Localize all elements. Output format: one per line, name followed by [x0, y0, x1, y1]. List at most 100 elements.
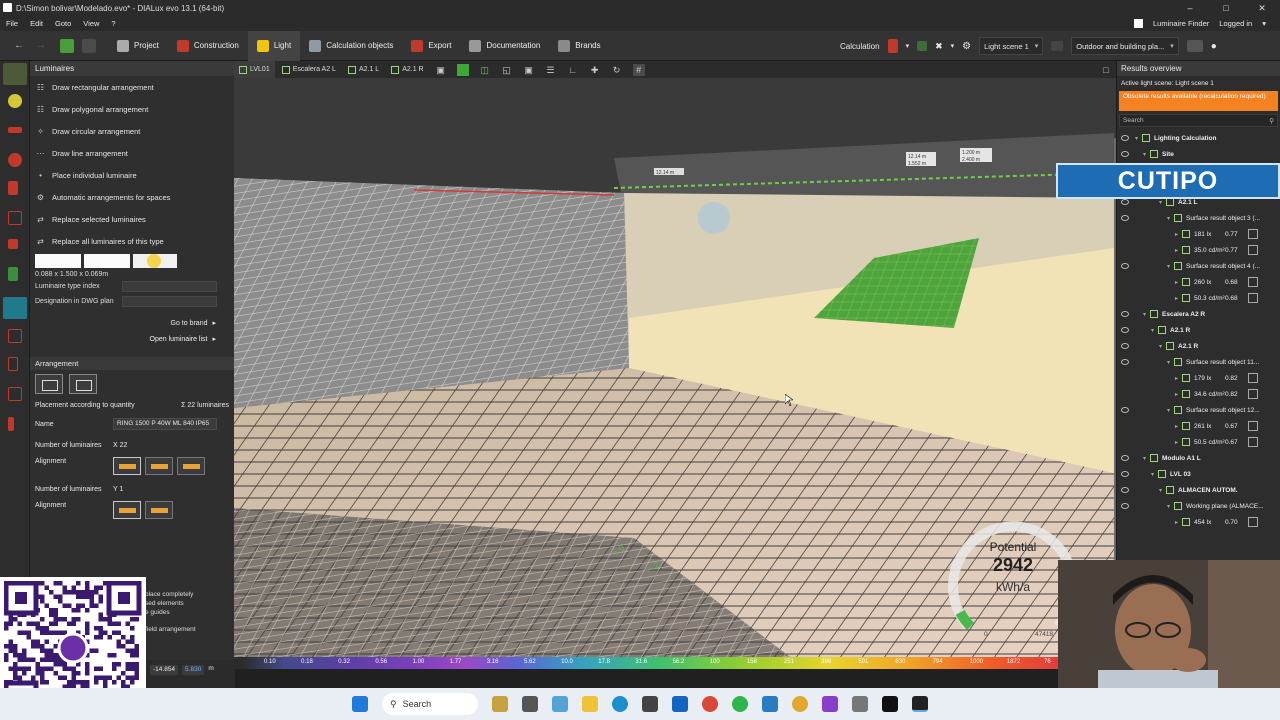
- tab-brands[interactable]: Brands: [549, 31, 609, 61]
- align-y-edge-button[interactable]: [145, 501, 173, 519]
- expand-arrow-icon[interactable]: ▸: [1175, 519, 1182, 526]
- eye-icon[interactable]: [1121, 407, 1129, 413]
- minimize-icon[interactable]: –: [1172, 0, 1208, 16]
- layout-icon[interactable]: [1186, 40, 1203, 52]
- automatic-arrangements[interactable]: ⚙ Automatic arrangements for spaces: [30, 186, 234, 208]
- align-x-edge-button[interactable]: [145, 457, 173, 475]
- field-arrangement-button[interactable]: [35, 374, 63, 394]
- expand-arrow-icon[interactable]: ▾: [1159, 343, 1166, 350]
- chrome-icon[interactable]: [702, 696, 718, 712]
- expand-arrow-icon[interactable]: ▾: [1135, 135, 1142, 142]
- view-tab-a2-1-r[interactable]: A2.1 R: [386, 61, 428, 78]
- tree-row[interactable]: ▸ 35.0 cd/m² 0.77: [1117, 242, 1280, 258]
- settings-icon[interactable]: [852, 696, 868, 712]
- cut-icon[interactable]: [8, 211, 22, 225]
- eye-icon[interactable]: [1121, 135, 1129, 141]
- shading-green-icon[interactable]: [456, 63, 469, 76]
- tree-row[interactable]: ▸ 181 lx 0.77: [1117, 226, 1280, 242]
- calc-status-icon[interactable]: [887, 39, 898, 53]
- tree-row[interactable]: ▾ Surface result object 12...: [1117, 402, 1280, 418]
- expand-arrow-icon[interactable]: ▾: [1143, 151, 1150, 158]
- move-tool-icon[interactable]: [8, 127, 22, 133]
- luminaire-glow[interactable]: [698, 202, 730, 234]
- height-icon[interactable]: [8, 417, 14, 431]
- expand-arrow-icon[interactable]: ▸: [1175, 423, 1182, 430]
- refresh-icon[interactable]: ↻: [611, 64, 623, 76]
- type-index-input[interactable]: [122, 281, 217, 292]
- select-tool-icon[interactable]: [3, 63, 27, 85]
- expand-arrow-icon[interactable]: ▾: [1143, 311, 1150, 318]
- outdoor-building-select[interactable]: Outdoor and building pla... ▾: [1071, 37, 1179, 55]
- replace-selected-luminaires[interactable]: ⇄ Replace selected luminaires: [30, 208, 234, 230]
- eye-icon[interactable]: [1121, 503, 1129, 509]
- luminaire-preview-2[interactable]: [84, 254, 130, 268]
- expand-arrow-icon[interactable]: ▾: [1167, 407, 1174, 414]
- tiktok-icon[interactable]: [882, 696, 898, 712]
- menu-edit[interactable]: Edit: [24, 19, 49, 28]
- light-scene-select[interactable]: Light scene 1 ▾: [979, 37, 1044, 55]
- number-x-input[interactable]: X 22: [113, 442, 127, 449]
- edit-icon[interactable]: [1248, 389, 1258, 399]
- eye-icon[interactable]: [1121, 471, 1129, 477]
- close-icon[interactable]: ✕: [1244, 0, 1280, 16]
- edit-icon[interactable]: [1248, 421, 1258, 431]
- scene-settings-icon[interactable]: [1051, 41, 1064, 51]
- open-luminaire-list-button[interactable]: Open luminaire list ▸: [30, 331, 234, 347]
- expand-arrow-icon[interactable]: ▾: [1167, 503, 1174, 510]
- tree-row[interactable]: ▾ Working plane (ALMACE...: [1117, 498, 1280, 514]
- tree-row[interactable]: ▾ A2.1 R: [1117, 338, 1280, 354]
- tree-row[interactable]: ▾ Modulo A1 L: [1117, 450, 1280, 466]
- task-view-icon[interactable]: [522, 696, 538, 712]
- field-rotated-arrangement-button[interactable]: [69, 374, 97, 394]
- dwg-input[interactable]: [122, 296, 217, 307]
- eye-icon[interactable]: [1121, 215, 1129, 221]
- pan-icon[interactable]: ✚: [589, 64, 601, 76]
- luminaire-finder-link[interactable]: Luminaire Finder: [1153, 19, 1209, 28]
- edit-icon[interactable]: [1248, 229, 1258, 239]
- tree-row[interactable]: ▸ 261 lx 0.67: [1117, 418, 1280, 434]
- edge-icon[interactable]: [612, 696, 628, 712]
- outlook-icon[interactable]: [672, 696, 688, 712]
- measure-icon[interactable]: [8, 181, 18, 195]
- view-tab-escalera-a2-l[interactable]: Escalera A2 L: [277, 61, 341, 78]
- draw-rectangular-arrangement[interactable]: ☷ Draw rectangular arrangement: [30, 76, 234, 98]
- tree-row[interactable]: ▾ Surface result object 11...: [1117, 354, 1280, 370]
- zoom-window-icon[interactable]: ▣: [523, 64, 535, 76]
- expand-arrow-icon[interactable]: ▸: [1175, 391, 1182, 398]
- edit-icon[interactable]: [1248, 373, 1258, 383]
- tree-row[interactable]: ▾ Site: [1117, 146, 1280, 162]
- tree-row[interactable]: ▾ A2.1 R: [1117, 322, 1280, 338]
- tree-row[interactable]: ▸ 454 lx 0.70: [1117, 514, 1280, 530]
- menu-goto[interactable]: Goto: [49, 19, 77, 28]
- expand-arrow-icon[interactable]: ▾: [1167, 215, 1174, 222]
- coord-x[interactable]: -14.854: [150, 665, 179, 675]
- tab-documentation[interactable]: Documentation: [460, 31, 549, 61]
- draw-circular-arrangement[interactable]: ✧ Draw circular arrangement: [30, 120, 234, 142]
- edit-icon[interactable]: [1248, 277, 1258, 287]
- undo-icon[interactable]: [82, 38, 96, 53]
- windows-start-icon[interactable]: [352, 696, 368, 712]
- expand-arrow-icon[interactable]: ▸: [1175, 247, 1182, 254]
- luminaire-preview-1[interactable]: [35, 254, 81, 268]
- eye-icon[interactable]: [1121, 263, 1129, 269]
- view-mode-icon[interactable]: ▣: [435, 64, 447, 76]
- store-icon[interactable]: [642, 696, 658, 712]
- expand-arrow-icon[interactable]: ▾: [1151, 471, 1158, 478]
- expand-arrow-icon[interactable]: ▾: [1167, 263, 1174, 270]
- chevron-down-icon[interactable]: ▾: [1262, 19, 1266, 28]
- logged-in-menu[interactable]: Logged in: [1219, 19, 1252, 28]
- calc-menu-icon[interactable]: ▾: [951, 42, 955, 50]
- tree-row[interactable]: ▸ 50.5 cd/m² 0.67: [1117, 434, 1280, 450]
- tree-row[interactable]: ▸ 50.3 cd/m² 0.68: [1117, 290, 1280, 306]
- align-x-center-button[interactable]: [113, 457, 141, 475]
- 3d-viewport[interactable]: LVL01 Escalera A2 L A2.1 L A2.1 R ▣ ◫ ◱ …: [234, 61, 1116, 660]
- calc-start-icon[interactable]: [917, 41, 928, 51]
- calc-dropdown-icon[interactable]: ▾: [906, 42, 910, 50]
- view-tab-a2-1-l[interactable]: A2.1 L: [343, 61, 384, 78]
- number-y-input[interactable]: Y 1: [113, 486, 123, 493]
- app-purple-icon[interactable]: [822, 696, 838, 712]
- tree-row[interactable]: ▾ ALMACEN AUTOM.: [1117, 482, 1280, 498]
- copilot-icon[interactable]: [552, 696, 568, 712]
- light-bulb-icon[interactable]: [8, 94, 22, 108]
- expand-arrow-icon[interactable]: ▸: [1175, 279, 1182, 286]
